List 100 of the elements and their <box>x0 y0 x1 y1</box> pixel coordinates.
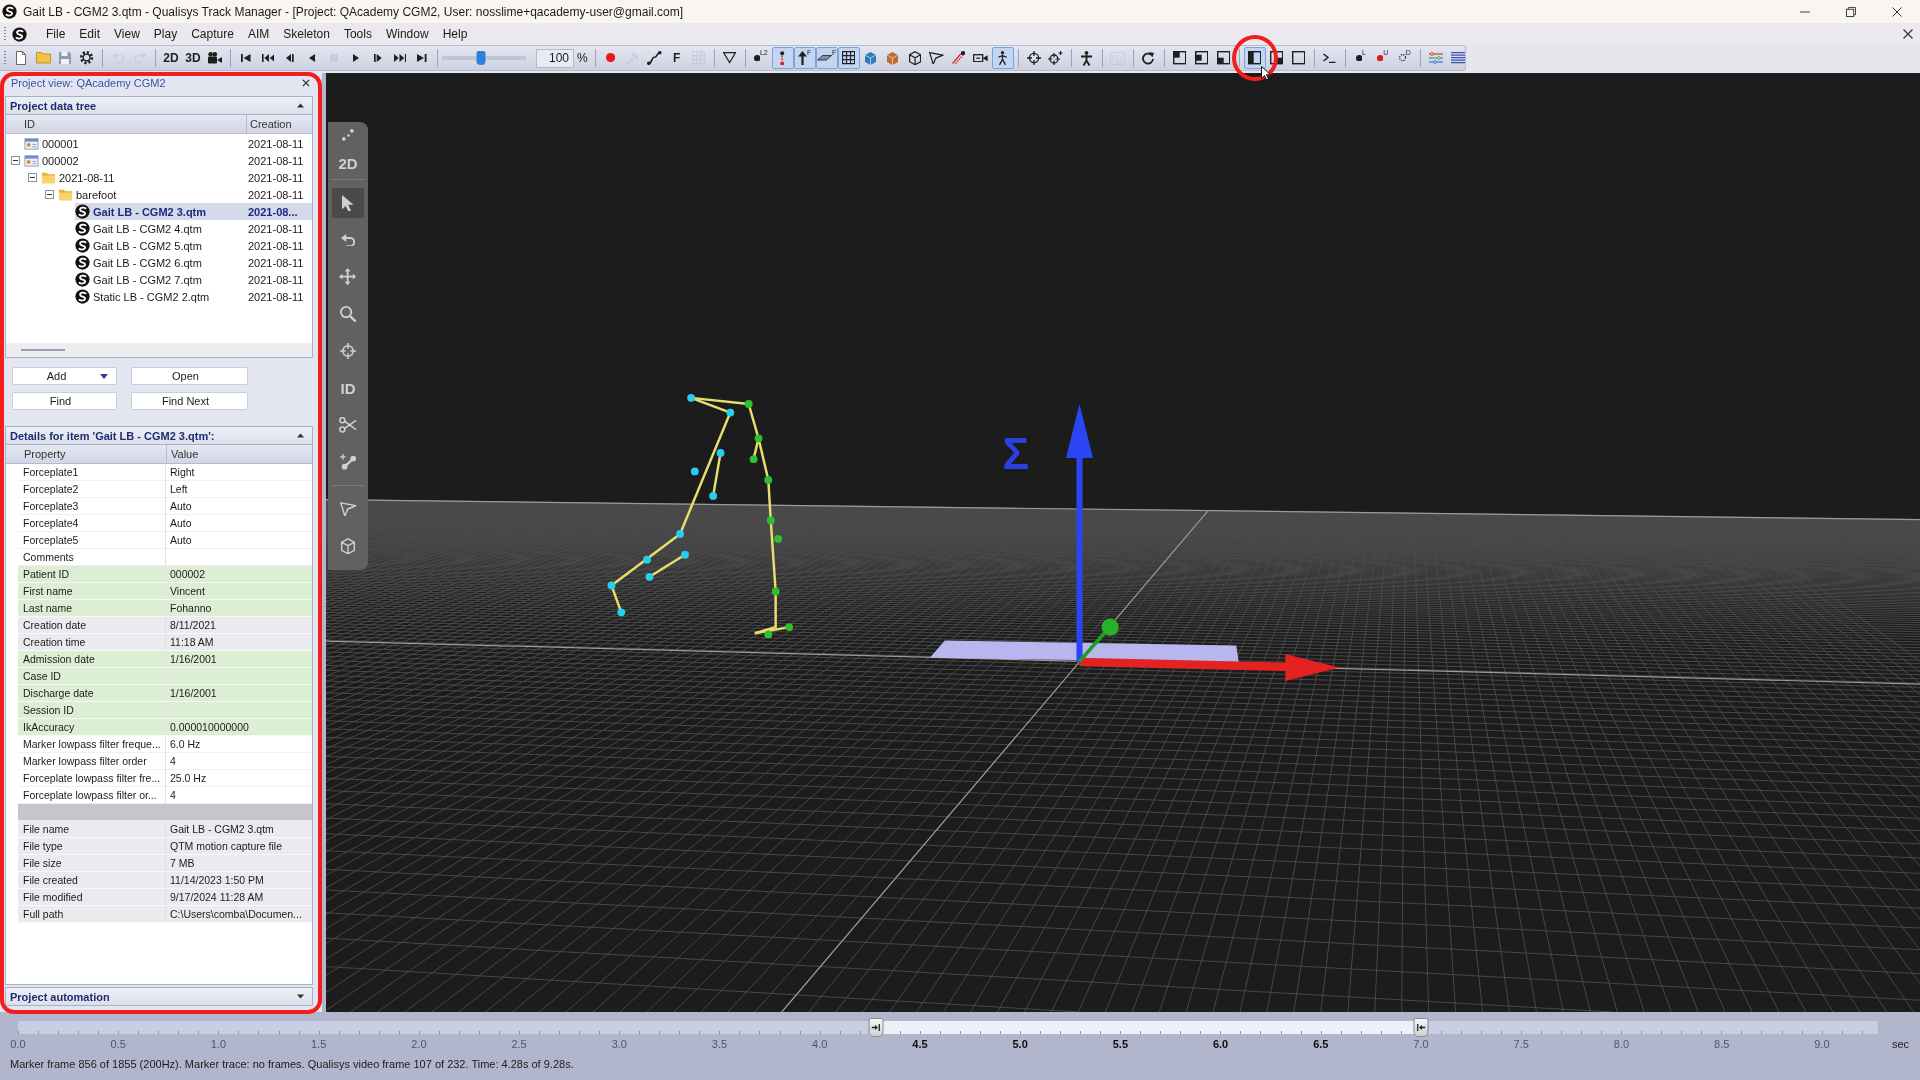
curve-icon <box>647 50 662 66</box>
property-value: Auto <box>170 500 192 512</box>
app-logo-icon[interactable] <box>12 26 27 42</box>
creation-date: 2021-08-11 <box>248 154 304 167</box>
trim-end-handle[interactable] <box>1413 1018 1429 1037</box>
menu-item[interactable]: Play <box>146 25 185 43</box>
toolbar-button[interactable] <box>1243 47 1266 69</box>
collapse-icon[interactable] <box>44 190 54 199</box>
property-value: 4 <box>170 789 176 801</box>
view-tool-button[interactable]: 2D <box>332 150 364 176</box>
3d-view[interactable]: Σ 2D ID <box>326 73 1920 1012</box>
tick-label: 1.0 <box>210 1038 227 1050</box>
property-value: 25.0 Hz <box>170 772 207 784</box>
step-back-icon <box>286 54 294 62</box>
tree-item[interactable]: 000001 <box>24 135 245 152</box>
tree-item[interactable]: Gait LB - CGM2 6.qtm <box>75 254 245 271</box>
tree-item[interactable]: Gait LB - CGM2 5.qtm <box>75 237 245 254</box>
property-name: Forceplate lowpass filter fre... <box>23 772 161 784</box>
menu-item[interactable]: Window <box>378 25 436 43</box>
menu-item[interactable]: Capture <box>184 25 241 43</box>
action-button[interactable]: Find <box>12 392 117 410</box>
timeline-track[interactable] <box>18 1021 1878 1034</box>
section-header[interactable]: Project automation <box>5 987 313 1006</box>
toolbar-button[interactable]: 3D <box>182 47 204 69</box>
unit-label: % <box>577 51 588 65</box>
dot-icon <box>1355 54 1362 62</box>
app-logo-icon <box>2 4 17 19</box>
horizontal-scrollbar[interactable] <box>6 343 312 357</box>
id-card-icon <box>24 136 39 151</box>
tick-label: 7.5 <box>1513 1038 1529 1050</box>
trim-start-handle[interactable] <box>868 1018 884 1037</box>
property-value: Right <box>170 466 195 478</box>
folder-icon <box>41 170 56 185</box>
scrollbar-thumb[interactable] <box>21 349 65 351</box>
property-value: C:\Users\comba\Documen... <box>170 908 302 920</box>
tick-label: 8.0 <box>1613 1038 1630 1050</box>
tree-item[interactable]: 2021-08-11 <box>41 169 245 186</box>
column-header[interactable]: Property <box>24 448 66 460</box>
fast-rewind-icon <box>261 54 275 62</box>
dot-icon <box>753 54 760 62</box>
speed-field[interactable]: 100 <box>536 48 574 68</box>
menu-item[interactable]: Skeleton <box>276 25 337 43</box>
skip-to-start-icon <box>241 54 251 62</box>
crosshair-icon <box>1026 51 1041 65</box>
paper-plane-icon <box>339 501 357 517</box>
property-value: 0.000010000000 <box>170 721 249 733</box>
section-header[interactable]: Details for item 'Gait LB - CGM2 3.qtm': <box>5 426 313 445</box>
property-name: Forceplate3 <box>23 500 79 512</box>
collapse-icon[interactable] <box>27 173 37 182</box>
tree-item[interactable]: Gait LB - CGM2 3.qtm <box>75 203 245 220</box>
menu-item[interactable]: File <box>39 25 73 43</box>
qtm-file-icon <box>75 204 90 219</box>
slider-thumb[interactable] <box>476 51 486 65</box>
property-value: Auto <box>170 534 192 546</box>
dashed-circle-icon <box>1398 54 1406 62</box>
action-button[interactable]: Open <box>131 367 248 385</box>
hammer-icon <box>626 51 640 65</box>
property-value: 4 <box>170 755 176 767</box>
tick-label: 4.5 <box>912 1038 928 1050</box>
tree-item[interactable]: Gait LB - CGM2 4.qtm <box>75 220 245 237</box>
property-name: File name <box>23 823 70 835</box>
tree-item[interactable]: 000002 <box>24 152 245 169</box>
toolbar-button[interactable]: 2D <box>160 47 182 69</box>
menu-item[interactable]: Edit <box>72 25 108 43</box>
toolbar-button[interactable]: F <box>665 47 688 69</box>
tree-item[interactable]: Static LB - CGM2 2.qtm <box>75 288 245 305</box>
layout-icon <box>1216 51 1231 65</box>
property-value: Left <box>170 483 188 495</box>
undo-icon <box>340 233 356 247</box>
menu-item[interactable]: Help <box>435 25 475 43</box>
column-header[interactable]: ID <box>24 118 35 130</box>
toolbar-button[interactable] <box>991 47 1014 69</box>
cube-icon <box>865 51 877 65</box>
view-tool-button[interactable] <box>332 188 364 218</box>
dropdown-button[interactable]: Add <box>12 367 117 385</box>
layout-icon <box>1291 51 1306 65</box>
move-icon <box>339 268 357 286</box>
property-name: Forceplate lowpass filter or... <box>23 789 157 801</box>
cursor-icon <box>342 194 354 212</box>
tree-item[interactable]: Gait LB - CGM2 7.qtm <box>75 271 245 288</box>
triangle-icon <box>723 52 737 64</box>
menu-item[interactable]: Tools <box>336 25 379 43</box>
toolbar-button[interactable] <box>837 47 860 69</box>
box-icon <box>887 51 899 65</box>
collapse-icon[interactable] <box>10 156 20 165</box>
property-name: Creation date <box>23 619 87 631</box>
section-header[interactable]: Project data tree <box>5 96 313 115</box>
menu-item[interactable]: View <box>107 25 147 43</box>
action-button[interactable]: Find Next <box>131 392 248 410</box>
arrow-up-icon <box>798 51 808 65</box>
close-icon <box>302 79 310 87</box>
crosshair-plus-icon <box>1048 51 1063 65</box>
menu-item[interactable]: AIM <box>240 25 277 43</box>
tick-label: 5.0 <box>1012 1038 1028 1050</box>
view-tool-button[interactable]: ID <box>332 373 364 403</box>
document-icon <box>16 51 26 65</box>
tree-item[interactable]: barefoot <box>58 186 245 203</box>
column-header[interactable]: Value <box>171 448 199 460</box>
column-header[interactable]: Creation <box>250 118 292 130</box>
fast-forward-icon <box>393 54 407 62</box>
